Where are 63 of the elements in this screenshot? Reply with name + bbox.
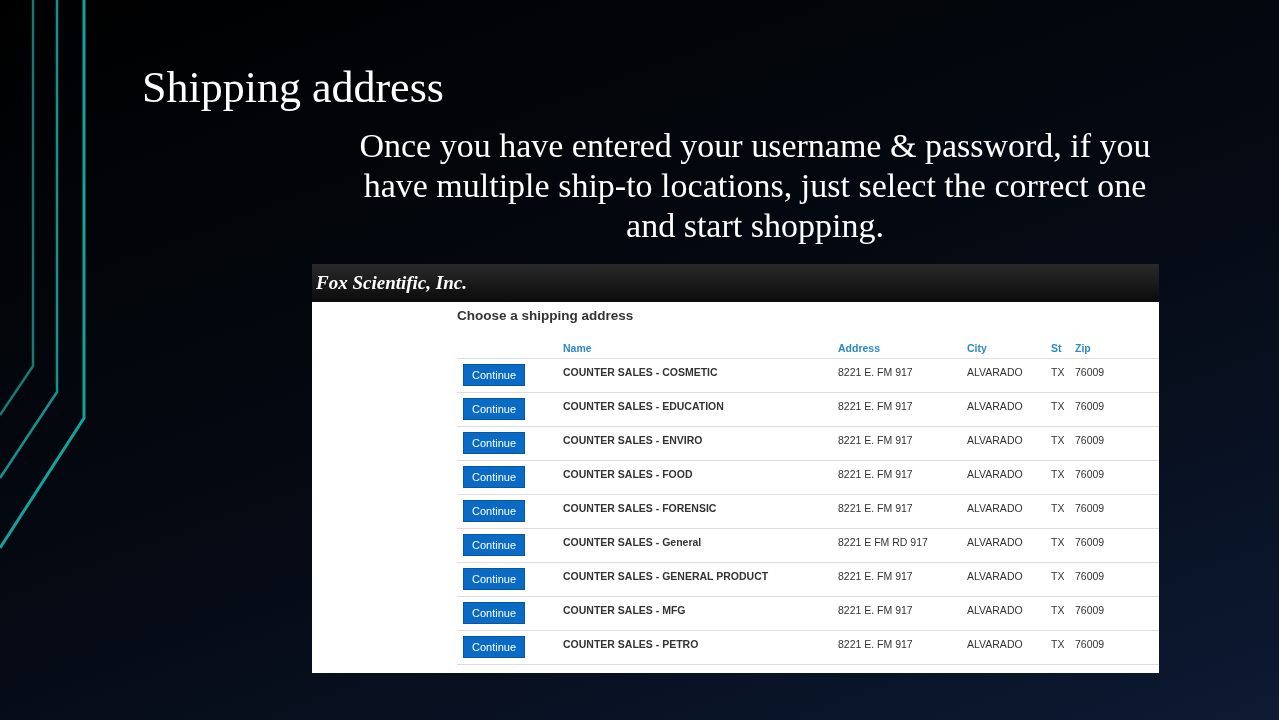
table-cell: COUNTER SALES - COSMETIC <box>555 358 830 393</box>
slide-title: Shipping address <box>142 62 444 114</box>
table-cell: ALVARADO <box>959 494 1043 529</box>
table-cell: TX <box>1043 596 1067 631</box>
table-cell: TX <box>1043 392 1067 427</box>
table-cell: 76009 <box>1067 528 1159 563</box>
table-cell: 76009 <box>1067 460 1159 495</box>
continue-button[interactable]: Continue <box>463 568 525 590</box>
table-cell: ALVARADO <box>959 596 1043 631</box>
table-cell: ALVARADO <box>959 528 1043 563</box>
table-cell: 76009 <box>1067 596 1159 631</box>
column-header: Address <box>830 338 959 359</box>
table-cell: COUNTER SALES - MFG <box>555 596 830 631</box>
column-header: City <box>959 338 1043 359</box>
table-cell: 76009 <box>1067 630 1159 665</box>
column-header: St <box>1043 338 1067 359</box>
table-cell: COUNTER SALES - ENVIRO <box>555 426 830 461</box>
table-cell: 76009 <box>1067 494 1159 529</box>
table-cell: ALVARADO <box>959 562 1043 597</box>
table-cell: 76009 <box>1067 426 1159 461</box>
table-cell: 8221 E. FM 917 <box>830 596 959 631</box>
continue-button[interactable]: Continue <box>463 602 525 624</box>
continue-button[interactable]: Continue <box>463 432 525 454</box>
table-cell: ALVARADO <box>959 358 1043 393</box>
table-cell: 8221 E. FM 917 <box>830 392 959 427</box>
table-cell: ALVARADO <box>959 630 1043 665</box>
column-header: Zip <box>1067 338 1159 359</box>
table-cell: TX <box>1043 426 1067 461</box>
table-cell: 76009 <box>1067 392 1159 427</box>
table-cell: TX <box>1043 562 1067 597</box>
table-cell: ALVARADO <box>959 460 1043 495</box>
continue-button[interactable]: Continue <box>463 500 525 522</box>
table-cell: 76009 <box>1067 562 1159 597</box>
table-cell: COUNTER SALES - FOOD <box>555 460 830 495</box>
continue-button[interactable]: Continue <box>463 398 525 420</box>
site-logo: Fox Scientific, Inc. <box>316 272 467 294</box>
table-cell: TX <box>1043 460 1067 495</box>
table-cell: 8221 E. FM 917 <box>830 562 959 597</box>
table-cell: 76009 <box>1067 358 1159 393</box>
table-cell: 8221 E. FM 917 <box>830 426 959 461</box>
slide-body: Once you have entered your username & password, if you have multiple ship-to locations, just select the correct one and start shopping. <box>358 126 1152 246</box>
column-header: Name <box>555 338 830 359</box>
table-cell: COUNTER SALES - EDUCATION <box>555 392 830 427</box>
table-cell: TX <box>1043 528 1067 563</box>
continue-button[interactable]: Continue <box>463 534 525 556</box>
table-cell: 8221 E. FM 917 <box>830 358 959 393</box>
table-cell: 8221 E. FM 917 <box>830 494 959 529</box>
table-cell: COUNTER SALES - FORENSIC <box>555 494 830 529</box>
table-cell: 8221 E. FM 917 <box>830 460 959 495</box>
table-cell: TX <box>1043 494 1067 529</box>
continue-button[interactable]: Continue <box>463 636 525 658</box>
table-cell: 8221 E FM RD 917 <box>830 528 959 563</box>
table-cell: TX <box>1043 358 1067 393</box>
page-heading: Choose a shipping address <box>457 307 635 324</box>
table-cell: ALVARADO <box>959 426 1043 461</box>
table-cell: COUNTER SALES - General <box>555 528 830 563</box>
table-cell: COUNTER SALES - PETRO <box>555 630 830 665</box>
table-cell: COUNTER SALES - GENERAL PRODUCT <box>555 562 830 597</box>
continue-button[interactable]: Continue <box>463 466 525 488</box>
continue-button[interactable]: Continue <box>463 364 525 386</box>
table-cell: 8221 E. FM 917 <box>830 630 959 665</box>
table-cell: TX <box>1043 630 1067 665</box>
table-cell: ALVARADO <box>959 392 1043 427</box>
